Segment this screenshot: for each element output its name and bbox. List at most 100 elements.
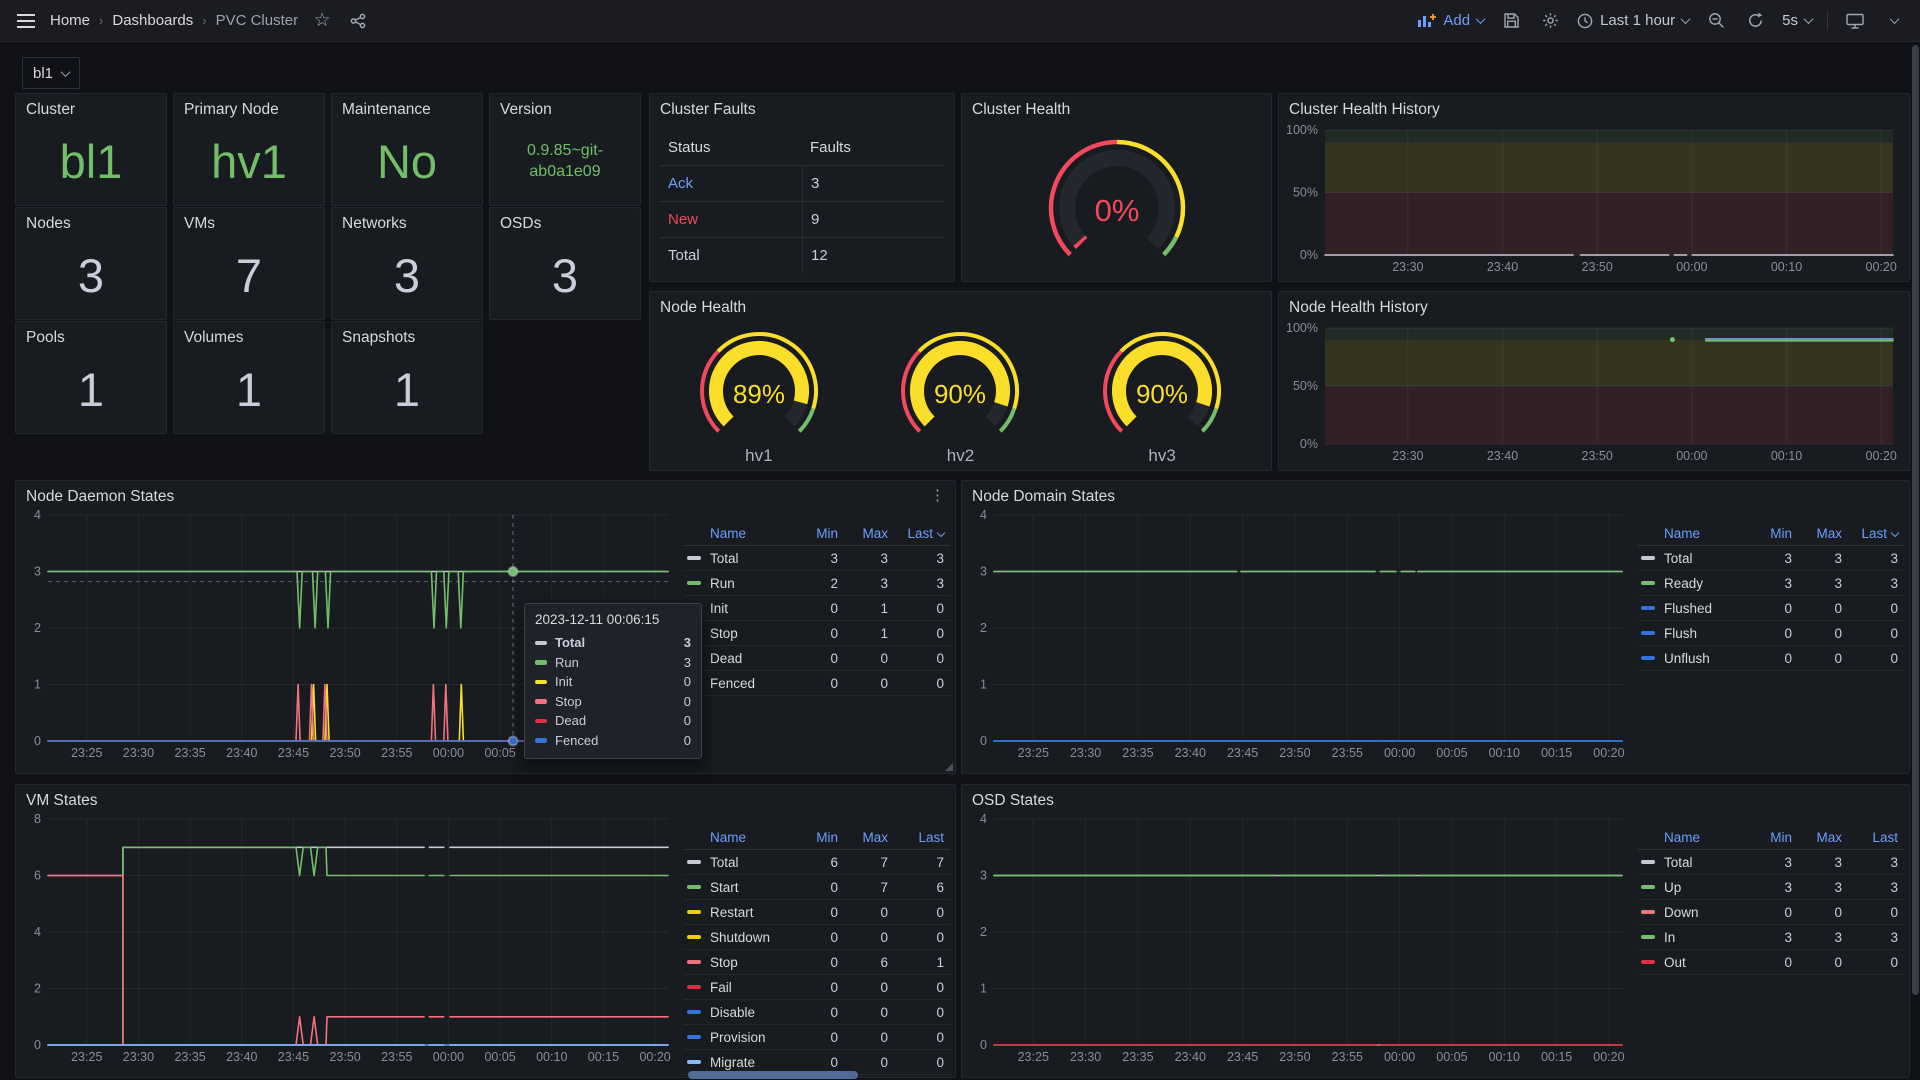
svg-text:23:35: 23:35 [174,1050,205,1064]
legend-row[interactable]: In3 33 [1638,925,1904,950]
tooltip-time: 2023-12-11 00:06:15 [535,612,691,627]
legend-row[interactable]: Total3 33 [1638,850,1904,875]
svg-text:6: 6 [34,869,41,883]
svg-text:4: 4 [34,925,41,939]
gauge-label: hv2 [947,446,974,466]
legend-row[interactable]: Unflush0 00 [1638,646,1904,671]
panel-menu-icon[interactable] [926,486,949,505]
svg-text:00:15: 00:15 [588,1050,619,1064]
chevron-down-icon [1681,14,1691,24]
vertical-scrollbar-thumb[interactable] [1912,45,1919,995]
panel-title: Node Health History [1279,292,1909,321]
legend-row[interactable]: Provision0 00 [684,1025,950,1050]
legend-row[interactable]: Ready3 33 [1638,571,1904,596]
panel-version: Version 0.9.85~git-ab0a1e09 [489,93,641,206]
legend-row[interactable]: Dead0 00 [684,646,950,671]
breadcrumb-dashboards[interactable]: Dashboards [112,12,193,29]
series-color-swatch [1641,581,1655,586]
svg-text:23:40: 23:40 [1175,746,1206,760]
vm-states-chart[interactable]: 8642023:2523:3023:3523:4023:4523:5023:55… [22,811,678,1067]
osd-states-chart[interactable]: 4321023:2523:3023:3523:4023:4523:5023:55… [968,811,1632,1067]
stat-value-cluster: bl1 [20,122,162,201]
add-panel-icon [1417,13,1436,28]
add-button[interactable]: Add [1417,7,1484,35]
nav-more-button[interactable] [1882,7,1906,35]
panel-vm-states: VM States 8642023:2523:3023:3523:4023:45… [15,784,956,1078]
horizontal-scrollbar-thumb[interactable] [688,1071,858,1079]
stat-value-primary-node: hv1 [178,122,320,201]
table-row[interactable]: Total 12 [660,238,944,273]
svg-text:23:45: 23:45 [1227,1050,1258,1064]
time-range-picker[interactable]: Last 1 hour [1577,7,1689,35]
series-color-swatch [1641,935,1655,940]
svg-text:00:10: 00:10 [1771,260,1802,274]
legend-row[interactable]: Stop0 10 [684,621,950,646]
node-domain-states-chart[interactable]: 4321023:2523:3023:3523:4023:4523:5023:55… [968,507,1632,763]
svg-text:23:50: 23:50 [329,746,360,760]
legend-row[interactable]: Out0 00 [1638,950,1904,975]
table-row[interactable]: New 9 [660,202,944,238]
save-dashboard-button[interactable] [1499,7,1523,35]
zoom-out-button[interactable] [1704,7,1728,35]
gauge-hv2: 90% [860,320,1060,450]
legend-row[interactable]: Init0 10 [684,596,950,621]
legend-row[interactable]: Fenced0 00 [684,671,950,696]
panel-node-health-history: Node Health History 100%50%0%23:3023:402… [1278,291,1910,471]
legend-row[interactable]: Flush0 00 [1638,621,1904,646]
svg-text:00:15: 00:15 [1541,1050,1572,1064]
variable-dropdown-cluster[interactable]: bl1 [22,57,80,89]
stat-value-osds: 3 [494,236,636,315]
panel-title: Snapshots [332,322,482,351]
series-color-swatch [1641,656,1655,661]
legend-row[interactable]: Down0 00 [1638,900,1904,925]
legend-row[interactable]: Total3 33 [1638,546,1904,571]
refresh-icon [1747,12,1764,29]
series-color-swatch [687,556,701,561]
legend-row[interactable]: Disable0 00 [684,1000,950,1025]
svg-text:00:20: 00:20 [1593,1050,1624,1064]
legend-row[interactable]: Stop0 61 [684,950,950,975]
breadcrumb-home[interactable]: Home [50,12,90,29]
kiosk-mode-button[interactable] [1843,7,1867,35]
svg-text:00:15: 00:15 [1541,746,1572,760]
legend-row[interactable]: Shutdown0 00 [684,925,950,950]
stat-value-snapshots: 1 [336,350,478,429]
legend-header: Name MinMax Last [684,521,950,546]
svg-text:23:45: 23:45 [278,1050,309,1064]
tooltip-row: Init0 [535,672,691,692]
svg-text:00:10: 00:10 [1489,746,1520,760]
legend-row[interactable]: Run2 33 [684,571,950,596]
legend-row[interactable]: Start0 76 [684,875,950,900]
panel-resize-handle[interactable] [945,763,953,771]
legend-row[interactable]: Flushed0 00 [1638,596,1904,621]
panel-cluster-health-history: Cluster Health History 100%50%0%23:3023:… [1278,93,1910,282]
panel-maintenance: Maintenance No [331,93,483,206]
chevron-down-icon [61,67,71,77]
refresh-button[interactable] [1743,7,1767,35]
legend-row[interactable]: Restart0 00 [684,900,950,925]
favorite-button[interactable]: ☆ [310,7,334,35]
legend-row[interactable]: Total3 33 [684,546,950,571]
cluster-health-gauge: 0% [997,124,1237,278]
cluster-health-history-chart[interactable]: 100%50%0%23:3023:4023:5000:0000:1000:20 [1285,122,1903,277]
share-button[interactable] [346,7,370,35]
table-row[interactable]: Ack 3 [660,166,944,202]
refresh-interval-picker[interactable]: 5s [1782,7,1812,35]
dashboard-settings-button[interactable] [1538,7,1562,35]
svg-text:23:55: 23:55 [381,1050,412,1064]
series-color-swatch [1641,606,1655,611]
legend-row[interactable]: Total6 77 [684,850,950,875]
node-health-history-chart[interactable]: 100%50%0%23:3023:4023:5000:0000:1000:20 [1285,320,1903,466]
svg-text:00:05: 00:05 [1436,1050,1467,1064]
svg-text:23:30: 23:30 [1392,260,1423,274]
panel-node-daemon-states: Node Daemon States 4321023:2523:3023:352… [15,480,956,774]
menu-button[interactable] [14,7,38,35]
chevron-down-icon [1476,14,1486,24]
legend-row[interactable]: Fail0 00 [684,975,950,1000]
panel-nodes: Nodes 3 [15,207,167,320]
series-color-swatch [687,935,701,940]
svg-text:2: 2 [34,621,41,635]
legend-row[interactable]: Up3 33 [1638,875,1904,900]
cluster-faults-table: StatusFaults Ack 3 New 9 Total 12 [660,130,944,277]
legend-header: Name MinMax Last [1638,521,1904,546]
